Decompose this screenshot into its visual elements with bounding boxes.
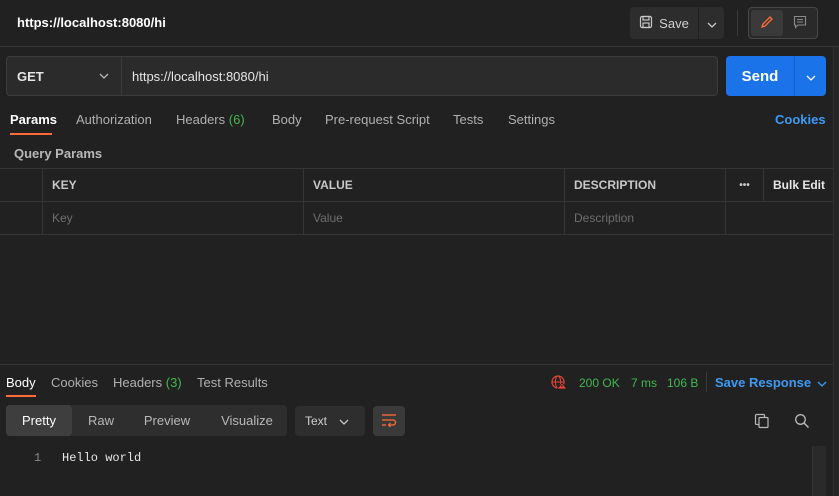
- headers-count-badge: (6): [228, 112, 245, 127]
- view-raw-button[interactable]: Raw: [76, 405, 126, 436]
- response-divider[interactable]: [0, 364, 833, 365]
- format-label: Text: [305, 414, 328, 428]
- response-tab-body[interactable]: Body: [6, 375, 36, 390]
- response-headers-count-badge: (3): [165, 375, 182, 390]
- save-label: Save: [659, 15, 689, 31]
- response-view-toggle: Pretty Raw Preview Visualize: [6, 405, 287, 436]
- documentation-button[interactable]: [785, 10, 815, 36]
- url-input[interactable]: [132, 66, 702, 86]
- table-header-row: KEY VALUE DESCRIPTION ••• Bulk Edit: [0, 168, 833, 201]
- save-button[interactable]: Save: [630, 7, 698, 39]
- chevron-down-icon: [99, 69, 109, 86]
- save-response-label: Save Response: [715, 375, 812, 390]
- tab-authorization[interactable]: Authorization: [76, 112, 152, 127]
- save-button-group: Save: [630, 7, 724, 39]
- mode-toggle-group: [748, 7, 818, 39]
- tab-headers[interactable]: Headers (6): [176, 112, 245, 127]
- checkbox-column-header: [0, 169, 42, 201]
- response-tab-cookies[interactable]: Cookies: [51, 375, 98, 390]
- toolbar-divider: [737, 10, 738, 36]
- more-options-button[interactable]: •••: [725, 169, 763, 201]
- table-row: Key Value Description: [0, 201, 833, 235]
- response-body-text[interactable]: Hello world: [62, 451, 141, 465]
- chevron-down-icon: [339, 414, 349, 428]
- key-input[interactable]: Key: [42, 202, 303, 234]
- wrap-lines-button[interactable]: [373, 406, 405, 436]
- send-button-group: Send: [726, 56, 826, 96]
- value-input[interactable]: Value: [303, 202, 564, 234]
- pencil-icon: [760, 15, 774, 32]
- tab-body[interactable]: Body: [272, 112, 302, 127]
- wrap-lines-icon: [381, 413, 397, 430]
- description-column-header: DESCRIPTION: [564, 169, 725, 201]
- request-header-bar: https://localhost:8080/hi Save: [0, 0, 839, 47]
- response-tab-headers-label: Headers: [113, 375, 163, 390]
- tab-settings[interactable]: Settings: [508, 112, 555, 127]
- chevron-down-icon: [817, 375, 827, 390]
- status-code[interactable]: 200 OK: [579, 376, 620, 390]
- response-format-select[interactable]: Text: [295, 406, 365, 436]
- response-scrollbar[interactable]: [812, 446, 826, 496]
- query-params-table: KEY VALUE DESCRIPTION ••• Bulk Edit Key …: [0, 168, 833, 235]
- tab-pre-request-script[interactable]: Pre-request Script: [325, 112, 430, 127]
- response-size[interactable]: 106 B: [667, 376, 698, 390]
- save-response-button[interactable]: Save Response: [715, 375, 827, 390]
- bulk-edit-button[interactable]: Bulk Edit: [763, 169, 833, 201]
- copy-icon[interactable]: [754, 413, 770, 432]
- status-divider: [706, 372, 707, 392]
- globe-error-icon[interactable]: [551, 374, 568, 393]
- active-tab-indicator: [10, 133, 52, 135]
- view-visualize-button[interactable]: Visualize: [208, 405, 286, 436]
- send-options-button[interactable]: [795, 56, 826, 96]
- line-number: 1: [34, 451, 42, 465]
- description-input[interactable]: Description: [564, 202, 725, 234]
- key-column-header: KEY: [42, 169, 303, 201]
- active-response-tab-indicator: [6, 395, 36, 397]
- view-preview-button[interactable]: Preview: [130, 405, 204, 436]
- value-column-header: VALUE: [303, 169, 564, 201]
- save-options-button[interactable]: [699, 7, 724, 39]
- search-icon[interactable]: [794, 413, 810, 432]
- send-button[interactable]: Send: [726, 56, 794, 96]
- save-icon: [639, 15, 653, 32]
- request-title[interactable]: https://localhost:8080/hi: [17, 15, 166, 30]
- query-params-heading: Query Params: [14, 146, 103, 161]
- cookies-link[interactable]: Cookies: [775, 112, 826, 127]
- url-bar: [122, 56, 718, 96]
- tab-tests[interactable]: Tests: [453, 112, 483, 127]
- row-checkbox-cell: [0, 202, 42, 234]
- response-tab-headers[interactable]: Headers (3): [113, 375, 182, 390]
- method-label: GET: [17, 69, 44, 84]
- tab-headers-label: Headers: [176, 112, 226, 127]
- chevron-down-icon: [707, 16, 717, 31]
- method-select[interactable]: GET: [6, 56, 122, 96]
- view-pretty-button[interactable]: Pretty: [6, 405, 72, 436]
- comment-icon: [793, 15, 807, 32]
- row-actions-cell: [725, 202, 833, 234]
- response-time[interactable]: 7 ms: [631, 376, 657, 390]
- tab-params[interactable]: Params: [10, 112, 57, 127]
- chevron-down-icon: [806, 69, 816, 84]
- edit-mode-button[interactable]: [751, 10, 783, 36]
- vertical-scrollbar[interactable]: [833, 47, 839, 496]
- response-tab-test-results[interactable]: Test Results: [197, 375, 268, 390]
